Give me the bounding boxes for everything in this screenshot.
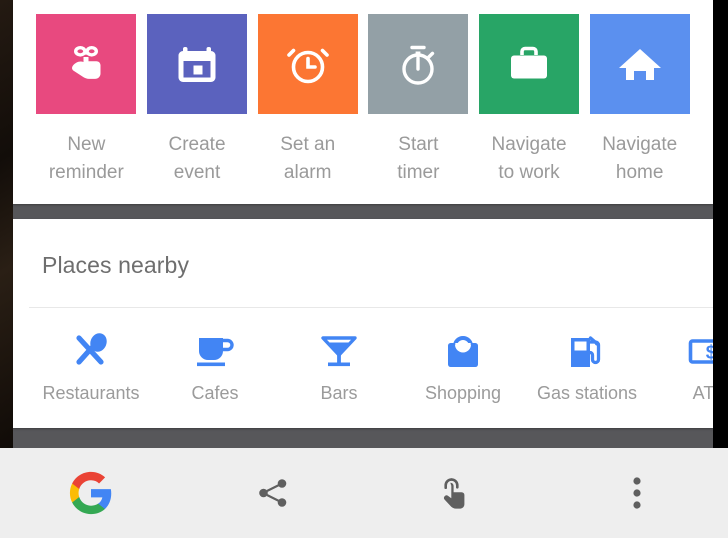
- alarm-clock-icon: [280, 36, 336, 92]
- quick-action-label: Navigate home: [602, 134, 678, 183]
- quick-actions-row: New reminder Create event Set an alarm S…: [13, 0, 713, 187]
- quick-action-start-timer[interactable]: Start timer: [363, 14, 474, 187]
- device-bezel-left: [0, 0, 13, 448]
- place-item-restaurants[interactable]: Restaurants: [29, 308, 153, 404]
- shopping-bag-icon: [441, 330, 485, 372]
- bottom-navigation-bar: [0, 448, 728, 538]
- quick-actions-card: New reminder Create event Set an alarm S…: [13, 0, 713, 204]
- coffee-cup-icon: [193, 330, 237, 372]
- share-icon: [256, 476, 290, 510]
- quick-action-set-alarm[interactable]: Set an alarm: [252, 14, 363, 187]
- place-label: Bars: [320, 383, 358, 403]
- quick-action-tile[interactable]: [36, 14, 137, 114]
- quick-action-label: Create event: [168, 134, 226, 183]
- quick-action-create-event[interactable]: Create event: [142, 14, 253, 187]
- place-label: Gas stations: [536, 383, 638, 403]
- quick-action-navigate-home[interactable]: Navigate home: [584, 14, 695, 187]
- google-logo-button[interactable]: [0, 448, 182, 538]
- quick-action-label: Navigate to work: [491, 134, 567, 183]
- calendar-icon: [170, 37, 224, 91]
- cocktail-glass-icon: [317, 330, 361, 372]
- now-on-tap-button[interactable]: [364, 448, 546, 538]
- gas-pump-icon: [565, 330, 609, 372]
- briefcase-icon: [502, 37, 556, 91]
- quick-action-tile[interactable]: [589, 14, 690, 114]
- home-icon: [613, 37, 667, 91]
- place-label: ATM: [692, 383, 713, 403]
- share-button[interactable]: [182, 448, 364, 538]
- place-item-atm[interactable]: $ ATM: [649, 308, 713, 404]
- place-item-shopping[interactable]: Shopping: [401, 308, 525, 404]
- quick-action-navigate-to-work[interactable]: Navigate to work: [474, 14, 585, 187]
- quick-action-tile[interactable]: [147, 14, 247, 114]
- place-label: Cafes: [191, 383, 239, 403]
- device-bezel-right: [713, 0, 728, 448]
- place-label: Shopping: [424, 383, 502, 403]
- quick-action-tile[interactable]: [368, 14, 469, 114]
- quick-action-tile[interactable]: [479, 14, 580, 114]
- quick-action-label: Start timer: [397, 134, 440, 183]
- place-item-gas-stations[interactable]: Gas stations: [525, 308, 649, 404]
- tap-hand-icon: [437, 474, 473, 512]
- reminder-hand-string-icon: [58, 36, 114, 92]
- place-item-cafes[interactable]: Cafes: [153, 308, 277, 404]
- quick-action-new-reminder[interactable]: New reminder: [31, 14, 142, 187]
- atm-dollar-bill-icon: $: [686, 330, 713, 372]
- svg-text:$: $: [706, 343, 713, 364]
- quick-action-label: New reminder: [48, 134, 124, 183]
- fork-spoon-icon: [69, 330, 113, 372]
- places-nearby-title: Places nearby: [42, 252, 190, 278]
- phone-screen: New reminder Create event Set an alarm S…: [0, 0, 728, 538]
- quick-action-tile[interactable]: [257, 14, 358, 114]
- places-nearby-card: Places nearby Restaurants Cafes Bars Sho…: [13, 219, 713, 428]
- overflow-menu-button[interactable]: [546, 448, 728, 538]
- stopwatch-icon: [390, 36, 446, 92]
- place-item-bars[interactable]: Bars: [277, 308, 401, 404]
- quick-action-label: Set an alarm: [280, 134, 336, 183]
- place-label: Restaurants: [42, 383, 140, 403]
- places-nearby-row: Restaurants Cafes Bars Shopping Gas stat…: [13, 308, 713, 404]
- google-g-icon: [68, 470, 114, 516]
- three-dot-overflow-icon: [631, 476, 643, 510]
